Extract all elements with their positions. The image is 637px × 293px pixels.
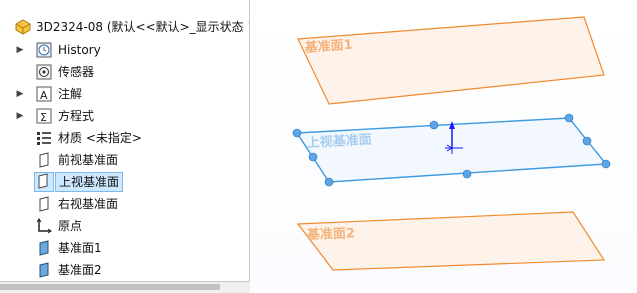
top-plane-label: 上视基准面 [306, 132, 372, 151]
svg-text:A: A [40, 89, 48, 102]
tree-horizontal-scrollbar[interactable] [0, 281, 250, 293]
equation-icon: Σ [36, 108, 52, 124]
plane-handle[interactable] [292, 128, 302, 138]
tree-item-equations[interactable]: ▶ Σ 方程式 [0, 105, 249, 127]
sensor-icon [36, 64, 52, 80]
material-icon [36, 130, 52, 146]
tree-item-plane2[interactable]: 基准面2 [0, 259, 249, 281]
plane-icon [36, 152, 52, 168]
part-icon [14, 19, 32, 35]
expand-caret-icon[interactable]: ▶ [14, 39, 26, 61]
tree-item-label: 材质 <未指定> [58, 131, 142, 145]
tree-item-label: History [58, 43, 101, 57]
origin-icon [36, 218, 52, 234]
tree-item-label: 右视基准面 [58, 197, 119, 211]
tree-item-material[interactable]: 材质 <未指定> [0, 127, 249, 149]
plane-handle[interactable] [324, 177, 334, 187]
tree-item-label: 前视基准面 [58, 153, 119, 167]
tree-item-label: 传感器 [58, 65, 95, 79]
plane-handle[interactable] [582, 136, 592, 146]
plane-handle[interactable] [308, 152, 318, 162]
reference-plane-2[interactable]: 基准面2 [296, 211, 606, 271]
expand-caret-icon[interactable]: ▶ [14, 105, 26, 127]
tree-item-annotations[interactable]: ▶ A 注解 [0, 83, 249, 105]
plane-icon [34, 172, 54, 192]
tree-item-origin[interactable]: 原点 [0, 215, 249, 237]
plane-icon [36, 240, 52, 256]
tree-item-history[interactable]: ▶ History [0, 39, 249, 61]
plane-handle[interactable] [601, 159, 611, 169]
tree-item-label: 原点 [58, 219, 83, 233]
history-icon [36, 42, 52, 58]
tree-root-label: 3D2324-08 (默认<<默认>_显示状态 1 [36, 20, 250, 34]
tree-item-top-plane[interactable]: 上视基准面 [0, 171, 249, 193]
tree-item-label: 基准面1 [58, 241, 102, 255]
graphics-viewport[interactable]: 基准面1 上视基准面 基准面2 [251, 0, 637, 292]
tree-item-sensors[interactable]: 传感器 [0, 61, 249, 83]
tree-item-label: 注解 [58, 87, 83, 101]
plane-handle[interactable] [564, 113, 574, 123]
svg-text:Σ: Σ [40, 111, 47, 124]
feature-manager-tree: 3D2324-08 (默认<<默认>_显示状态 1 ▶ History 传感器 … [0, 0, 250, 281]
tree-item-right-plane[interactable]: 右视基准面 [0, 193, 249, 215]
annotation-icon: A [36, 86, 52, 102]
plane-2-label: 基准面2 [306, 225, 356, 243]
reference-plane-1[interactable]: 基准面1 [297, 16, 605, 105]
plane-1-outline [297, 16, 605, 105]
tree-item-label: 基准面2 [58, 263, 102, 277]
expand-caret-icon[interactable]: ▶ [14, 83, 26, 105]
scrollbar-thumb[interactable] [0, 284, 220, 290]
plane-icon [36, 196, 52, 212]
plane-handle[interactable] [429, 120, 439, 130]
tree-root-part[interactable]: 3D2324-08 (默认<<默认>_显示状态 1 [0, 16, 249, 38]
tree-item-label: 上视基准面 [55, 172, 124, 192]
tree-item-plane1[interactable]: 基准面1 [0, 237, 249, 259]
plane-handle[interactable] [462, 169, 472, 179]
plane-icon [36, 262, 52, 278]
tree-item-label: 方程式 [58, 109, 95, 123]
tree-item-front-plane[interactable]: 前视基准面 [0, 149, 249, 171]
